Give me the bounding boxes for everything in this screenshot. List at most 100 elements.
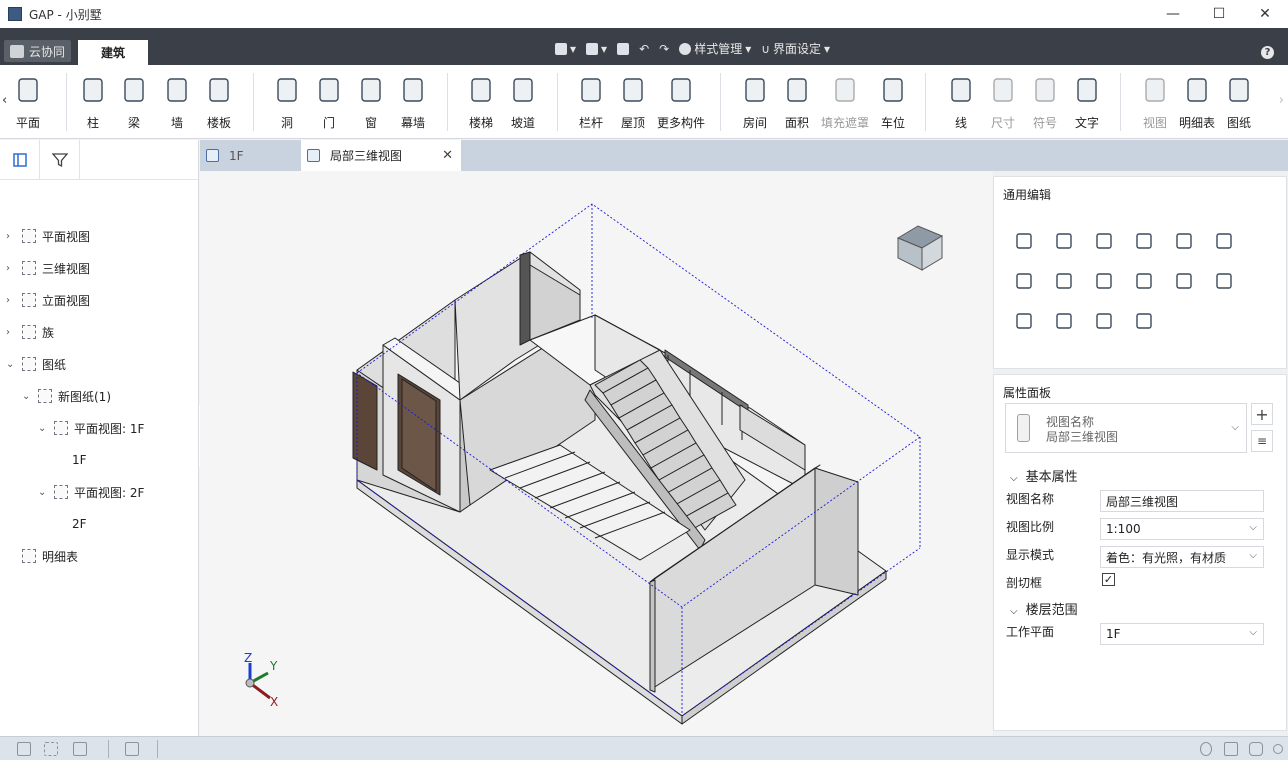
3d-viewport[interactable]: Z Y X: [200, 171, 992, 736]
ribbon-curtain-label: 幕墙: [400, 116, 425, 130]
chevron-icon[interactable]: ⌄: [38, 423, 50, 434]
grid-view-icon[interactable]: [17, 742, 31, 756]
tree-item-schedules[interactable]: 明细表: [6, 544, 78, 568]
align-center-icon[interactable]: [1164, 221, 1204, 261]
tile-view-icon[interactable]: [73, 742, 87, 756]
type-selector[interactable]: 视图名称 局部三维视图 ⌵: [1005, 403, 1247, 453]
view-icon: [1140, 75, 1170, 105]
save-button[interactable]: [617, 42, 630, 55]
chevron-down-icon: ⌵: [1010, 606, 1018, 617]
style-manager-button[interactable]: 样式管理 ▾: [679, 40, 751, 57]
tree-item-sheet-2f[interactable]: 2F: [54, 512, 87, 536]
extend-icon[interactable]: [1044, 301, 1084, 341]
array-grid-icon[interactable]: [1164, 261, 1204, 301]
basic-props-header[interactable]: ⌵ 基本属性: [1010, 466, 1078, 485]
settings-icon[interactable]: [1273, 744, 1283, 754]
table-icon[interactable]: [125, 742, 139, 756]
chevron-icon[interactable]: ⌄: [38, 487, 50, 498]
tree-item-3d-views[interactable]: › 三维视图: [6, 256, 90, 280]
tree-item-family[interactable]: › 族: [6, 320, 54, 344]
ribbon-sheet-button[interactable]: 图纸: [1214, 65, 1264, 139]
doc-tab-1f[interactable]: 1F: [200, 140, 300, 171]
tree-item-elevation-views[interactable]: › 立面视图: [6, 288, 90, 312]
ribbon-roof-button[interactable]: 屋顶: [608, 65, 658, 139]
chevron-icon[interactable]: ⌄: [6, 359, 18, 370]
ribbon-text-button[interactable]: 文字: [1062, 65, 1112, 139]
ribbon-fill-button[interactable]: 填充遮罩: [820, 65, 870, 139]
open-project-button[interactable]: ▾: [586, 42, 607, 56]
measure-icon[interactable]: [1124, 301, 1164, 341]
delete-icon[interactable]: [1004, 301, 1044, 341]
ribbon-area-label: 面积: [784, 116, 809, 130]
close-tab-icon[interactable]: ✕: [442, 148, 453, 163]
tab-architecture[interactable]: 建筑: [78, 40, 148, 65]
tab-cloud-collab[interactable]: 云协同: [4, 40, 72, 62]
minimize-button[interactable]: —: [1150, 0, 1196, 28]
duplicate-icon[interactable]: [1004, 261, 1044, 301]
chevron-icon[interactable]: ⌄: [22, 391, 34, 402]
ribbon-plan-button[interactable]: 平面: [3, 65, 53, 139]
workplane-value: 1F: [1106, 627, 1121, 641]
view-icon: [22, 261, 36, 275]
edit-type-icon[interactable]: ≡: [1251, 430, 1273, 452]
align-middle-icon[interactable]: [1204, 221, 1244, 261]
display-mode-select[interactable]: 着色：有光照，有材质 ⌵: [1100, 546, 1264, 568]
move-icon[interactable]: [1004, 221, 1044, 261]
select-icon[interactable]: [44, 742, 58, 756]
ribbon-parking-button[interactable]: 车位: [868, 65, 918, 139]
offset-icon[interactable]: [1084, 261, 1124, 301]
ribbon-curtain-button[interactable]: 幕墙: [388, 65, 438, 139]
material-icon[interactable]: [1249, 742, 1263, 756]
array-icon[interactable]: [1124, 261, 1164, 301]
align-right-icon[interactable]: [1044, 261, 1084, 301]
ribbon-dim-label: 尺寸: [990, 116, 1015, 130]
tree-item-new-sheet[interactable]: ⌄ 新图纸(1): [22, 384, 111, 408]
cloud-icon: [10, 44, 24, 58]
chevron-icon[interactable]: ›: [6, 231, 18, 242]
doc-tab-3d[interactable]: 局部三维视图 ✕: [301, 140, 461, 171]
copy-icon[interactable]: [1044, 221, 1084, 261]
tree-item-sheet-plan-2f[interactable]: ⌄ 平面视图: 2F: [38, 480, 144, 504]
new-file-button[interactable]: ▾: [555, 42, 576, 56]
view-cube-icon[interactable]: [890, 218, 950, 278]
railing-icon: [576, 75, 606, 105]
lightbulb-icon[interactable]: [1200, 742, 1212, 756]
tree-item-sheet-plan-1f[interactable]: ⌄ 平面视图: 1F: [38, 416, 144, 440]
ribbon-slab-button[interactable]: 楼板: [194, 65, 244, 139]
tree-item-plan-views[interactable]: › 平面视图: [6, 224, 90, 248]
close-window-button[interactable]: ✕: [1242, 0, 1288, 28]
ribbon-ramp-button[interactable]: 坡道: [498, 65, 548, 139]
view-name-input[interactable]: 局部三维视图: [1100, 490, 1264, 512]
tree-item-label: 新图纸(1): [58, 389, 111, 404]
ribbon-more-button[interactable]: 更多构件: [656, 65, 706, 139]
axis-x-label: X: [270, 695, 279, 709]
ui-settings-button[interactable]: ∪ 界面设定 ▾: [761, 40, 830, 57]
trim-icon[interactable]: [1084, 301, 1124, 341]
ribbon-ramp-label: 坡道: [510, 116, 535, 130]
ribbon-scroll-right[interactable]: ›: [1279, 93, 1284, 108]
tree-item-sheets[interactable]: ⌄ 图纸: [6, 352, 66, 376]
floor-range-header[interactable]: ⌵ 楼层范围: [1010, 599, 1078, 618]
view-setting-icon[interactable]: [1224, 742, 1238, 756]
view-scale-select[interactable]: 1:100 ⌵: [1100, 518, 1264, 540]
chevron-icon[interactable]: ›: [6, 263, 18, 274]
window-title: GAP - 小别墅: [29, 7, 102, 22]
chevron-icon[interactable]: ›: [6, 295, 18, 306]
tree-item-sheet-1f[interactable]: 1F: [54, 448, 87, 472]
redo-button[interactable]: ↷: [659, 42, 669, 56]
fill-icon: [830, 75, 860, 105]
mirror-icon[interactable]: [1204, 261, 1244, 301]
chevron-icon[interactable]: ›: [6, 327, 18, 338]
add-type-button[interactable]: +: [1251, 403, 1273, 425]
maximize-button[interactable]: ☐: [1196, 0, 1242, 28]
panel-toggle-icon[interactable]: [0, 140, 40, 180]
align-top-icon[interactable]: [1124, 221, 1164, 261]
workplane-select[interactable]: 1F ⌵: [1100, 623, 1264, 645]
ribbon-wall-label: 墙: [170, 116, 183, 130]
ribbon-area-button[interactable]: 面积: [772, 65, 822, 139]
filter-icon[interactable]: [40, 140, 80, 180]
rotate-icon[interactable]: [1084, 221, 1124, 261]
help-icon[interactable]: ?: [1261, 46, 1274, 59]
undo-button[interactable]: ↶: [639, 42, 649, 56]
section-box-checkbox[interactable]: ✓: [1102, 573, 1115, 586]
